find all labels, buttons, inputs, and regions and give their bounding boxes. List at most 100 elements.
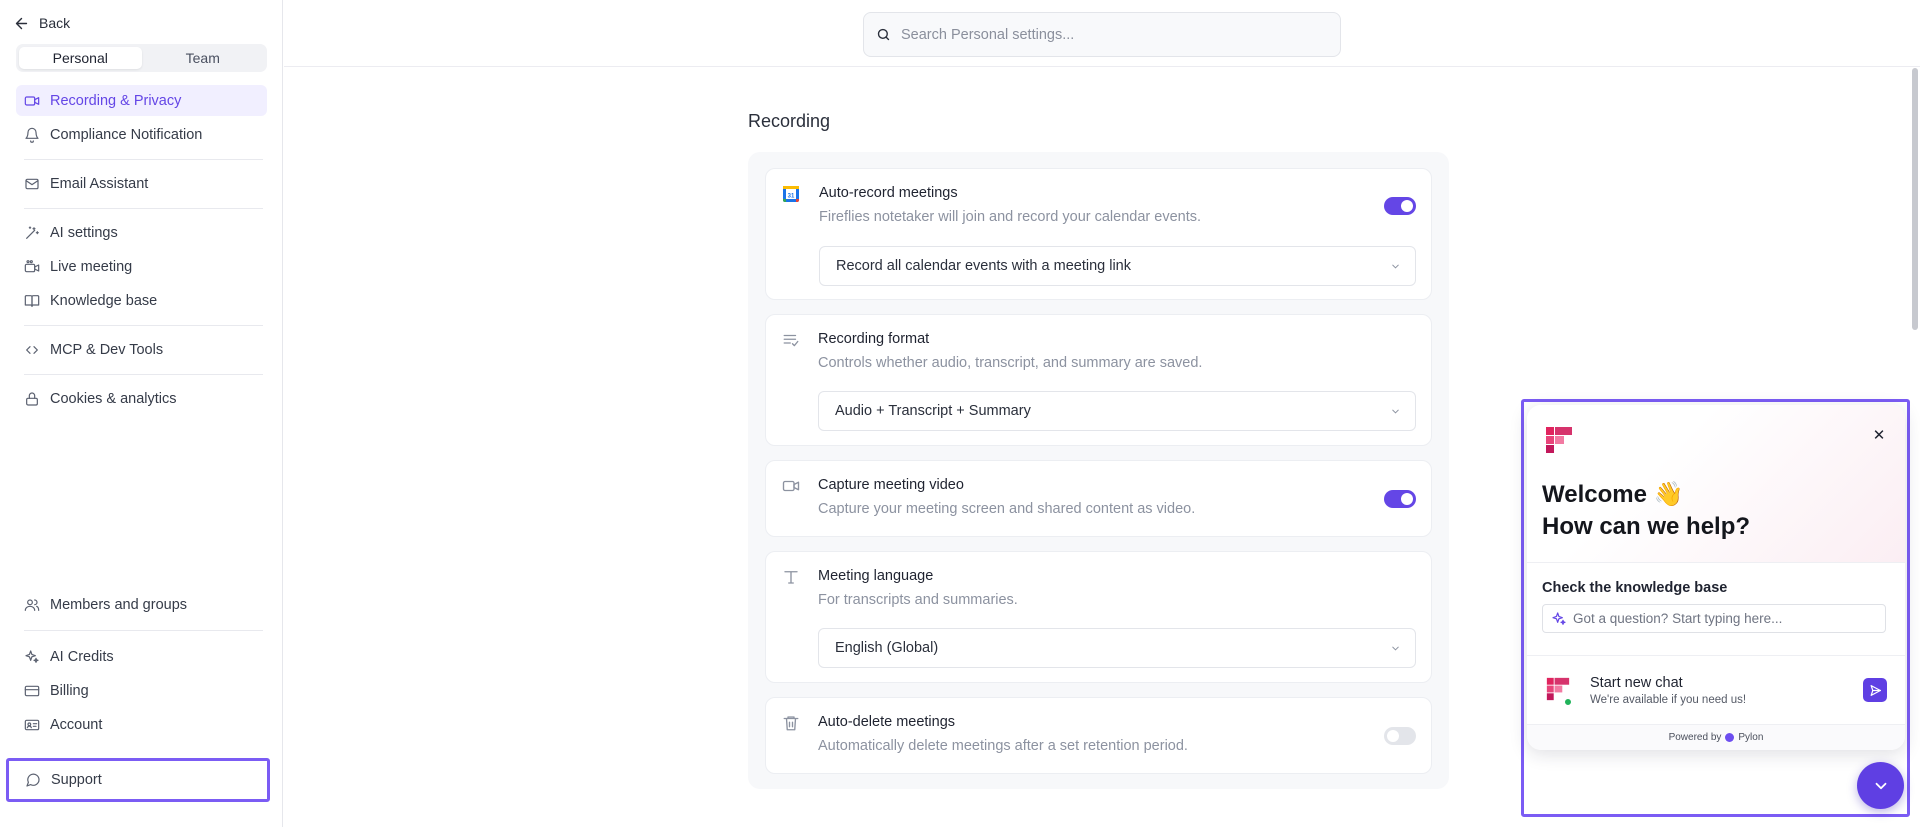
sidebar-item-live-meeting[interactable]: Live meeting [16, 251, 267, 282]
card-title: Recording format [818, 331, 930, 347]
widget-toggle-button[interactable] [1857, 762, 1904, 809]
tab-personal[interactable]: Personal [19, 47, 142, 69]
kb-title: Check the knowledge base [1542, 580, 1728, 596]
send-icon [1870, 684, 1881, 696]
capture-video-card: Capture meeting video Capture your meeti… [765, 460, 1432, 537]
camera-icon [782, 480, 800, 492]
back-button[interactable]: Back [13, 12, 70, 34]
search-input[interactable] [901, 26, 1321, 43]
meeting-language-select[interactable]: English (Global) [818, 628, 1416, 668]
card-title: Auto-record meetings [819, 185, 958, 201]
sidebar-item-ai-credits[interactable]: AI Credits [16, 641, 267, 672]
sidebar-item-label: MCP & Dev Tools [50, 341, 164, 358]
sidebar-divider [24, 374, 263, 375]
sidebar-item-compliance-notification[interactable]: Compliance Notification [16, 119, 267, 150]
recording-format-select[interactable]: Audio + Transcript + Summary [818, 391, 1416, 431]
search-icon [877, 28, 890, 41]
sidebar-item-email-assistant[interactable]: Email Assistant [16, 168, 267, 199]
sidebar-item-label: Cookies & analytics [50, 390, 177, 407]
sidebar-item-ai-settings[interactable]: AI settings [16, 217, 267, 248]
back-label: Back [39, 15, 71, 31]
sidebar-divider [24, 159, 263, 160]
sidebar-item-label: Account [50, 716, 103, 733]
live-video-icon [24, 259, 40, 272]
capture-video-toggle[interactable] [1384, 490, 1416, 508]
sidebar-item-account[interactable]: Account [16, 709, 267, 740]
card-title: Auto-delete meetings [818, 714, 956, 730]
trash-icon [783, 716, 799, 731]
meeting-language-card: Meeting language For transcripts and sum… [765, 551, 1432, 683]
support-label: Support [51, 772, 102, 788]
close-icon[interactable]: ✕ [1871, 427, 1887, 444]
sidebar-item-label: Email Assistant [50, 175, 149, 192]
sidebar-item-mcp-dev-tools[interactable]: MCP & Dev Tools [16, 334, 267, 365]
card-description: Automatically delete meetings after a se… [818, 738, 1188, 754]
sparkles-icon [25, 649, 39, 663]
sidebar-item-members-groups[interactable]: Members and groups [16, 589, 267, 620]
online-status-dot [1564, 698, 1572, 706]
sidebar-item-label: Members and groups [50, 596, 188, 613]
send-chat-button[interactable] [1863, 678, 1887, 702]
lock-icon [26, 391, 38, 406]
sidebar-item-cookies-analytics[interactable]: Cookies & analytics [16, 383, 267, 414]
sidebar-item-billing[interactable]: Billing [16, 675, 267, 706]
fireflies-logo-icon [1546, 427, 1572, 453]
list-check-icon [783, 334, 799, 347]
wand-icon [26, 225, 39, 239]
arrow-left-icon [15, 17, 28, 29]
start-chat-row[interactable]: Start new chat We're available if you ne… [1527, 656, 1905, 724]
card-description: Fireflies notetaker will join and record… [819, 209, 1202, 225]
calendar-icon: 31 [783, 186, 799, 202]
chevron-down-icon [1875, 782, 1886, 789]
tab-team[interactable]: Team [142, 47, 265, 69]
auto-record-card: 31 Auto-record meetings Fireflies noteta… [765, 168, 1432, 300]
select-value: English (Global) [835, 640, 939, 656]
kb-search-input[interactable] [1573, 611, 1873, 626]
sidebar-item-knowledge-base[interactable]: Knowledge base [16, 285, 267, 316]
card-description: Controls whether audio, transcript, and … [818, 355, 1203, 371]
scope-segmented-control: Personal Team [16, 44, 267, 72]
welcome-line2: How can we help? [1542, 513, 1751, 540]
video-icon [24, 95, 40, 106]
settings-search[interactable] [863, 12, 1341, 57]
card-description: Capture your meeting screen and shared c… [818, 501, 1196, 517]
users-icon [24, 598, 40, 611]
sidebar-item-label: Knowledge base [50, 292, 158, 309]
sidebar-item-label: Billing [50, 682, 89, 699]
sidebar-item-label: AI Credits [50, 648, 114, 665]
svg-text:31: 31 [788, 194, 795, 200]
auto-record-select[interactable]: Record all calendar events with a meetin… [819, 246, 1416, 286]
chat-subtitle: We're available if you need us! [1590, 694, 1747, 706]
type-icon [784, 571, 798, 584]
sidebar-item-recording-privacy[interactable]: Recording & Privacy [16, 85, 267, 116]
chat-title: Start new chat [1590, 675, 1683, 691]
card-description: For transcripts and summaries. [818, 592, 1018, 608]
auto-delete-toggle[interactable] [1384, 727, 1416, 745]
card-title: Capture meeting video [818, 477, 964, 493]
sidebar-item-label: Recording & Privacy [50, 92, 182, 109]
code-icon [26, 345, 38, 354]
kb-search-field[interactable] [1542, 604, 1886, 633]
card-icon [24, 685, 40, 696]
chevron-down-icon [1392, 646, 1399, 651]
book-icon [24, 294, 40, 307]
section-title: Recording [748, 111, 831, 131]
select-value: Record all calendar events with a meetin… [836, 258, 1131, 274]
chevron-down-icon [1392, 264, 1399, 269]
sidebar-item-label: AI settings [50, 224, 118, 241]
powered-by-footer: Powered by Pylon [1527, 724, 1905, 750]
support-button[interactable]: Support [6, 758, 270, 802]
chevron-down-icon [1392, 409, 1399, 414]
sidebar-divider [24, 630, 263, 631]
recording-format-card: Recording format Controls whether audio,… [765, 314, 1432, 446]
powered-prefix: Powered by [1668, 732, 1722, 743]
settings-sidebar: Back Personal Team Recording & Privacy C… [0, 0, 283, 827]
sparkle-icon [1552, 611, 1566, 625]
auto-record-toggle[interactable] [1384, 197, 1416, 215]
powered-brand: Pylon [1738, 732, 1764, 743]
top-bar [284, 0, 1920, 67]
sidebar-item-label: Live meeting [50, 258, 133, 275]
page-scrollbar[interactable] [1912, 68, 1918, 330]
widget-header: ✕ Welcome 👋 How can we help? [1527, 405, 1905, 562]
sidebar-divider [24, 325, 263, 326]
